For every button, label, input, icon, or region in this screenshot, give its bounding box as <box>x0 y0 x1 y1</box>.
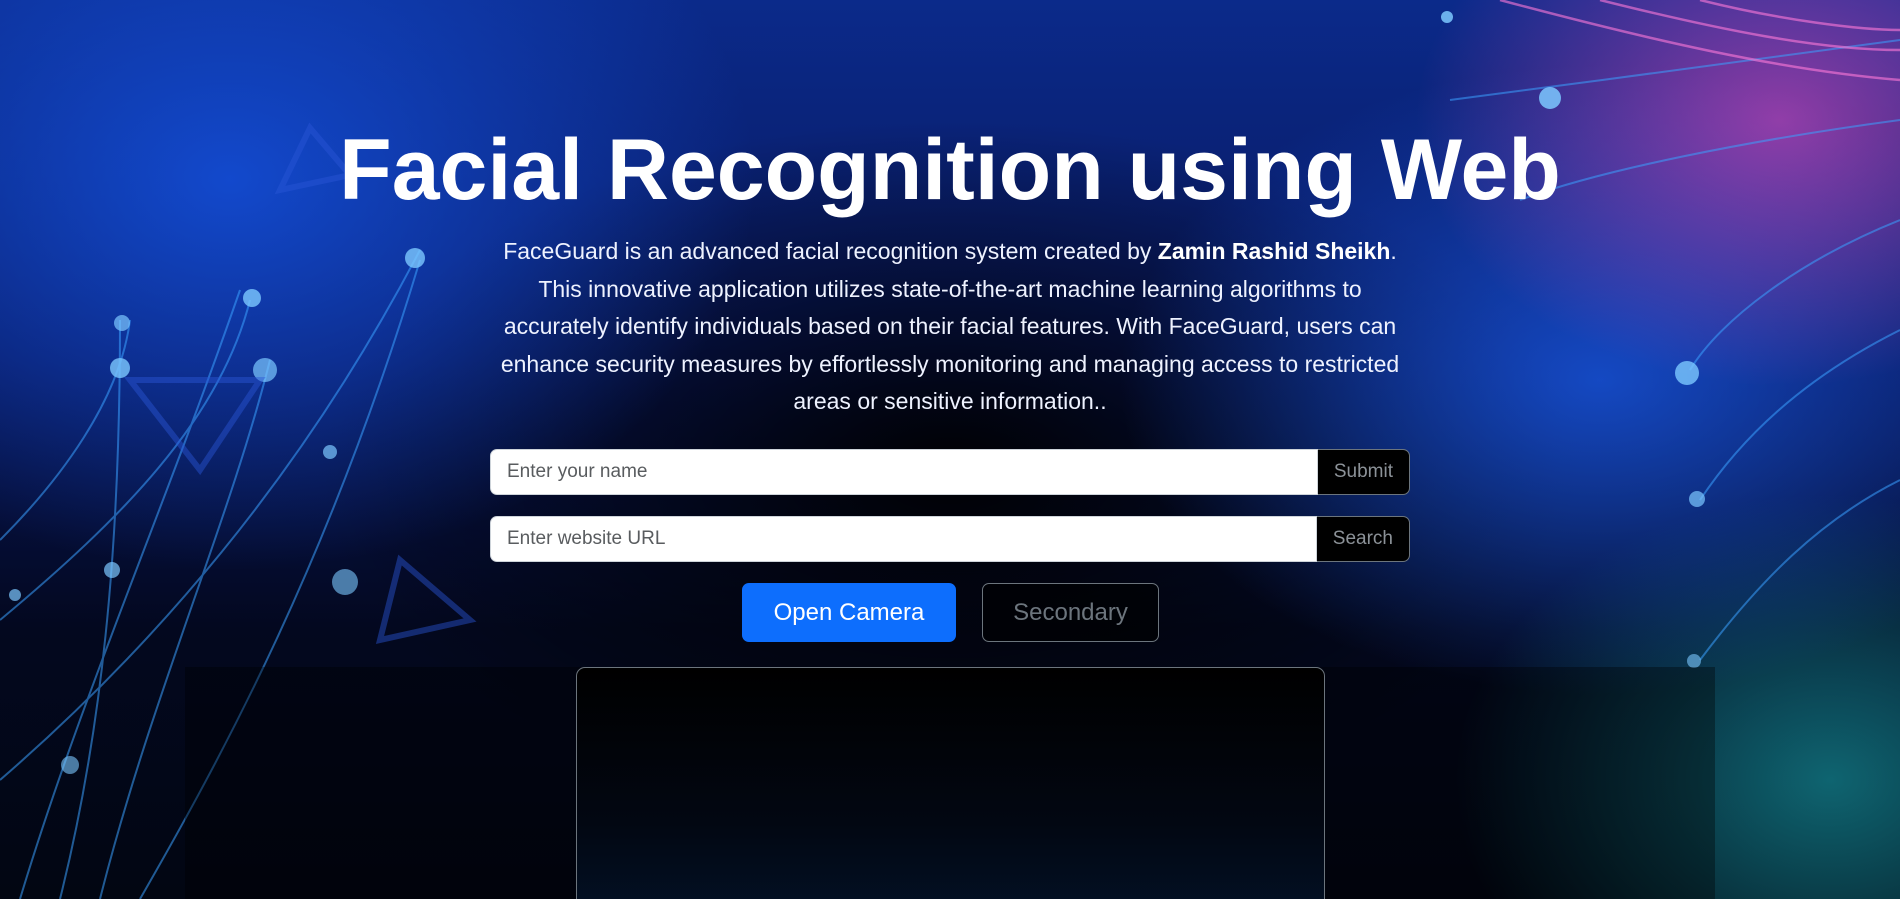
url-input[interactable] <box>490 516 1317 562</box>
open-camera-button[interactable]: Open Camera <box>742 583 956 642</box>
secondary-button[interactable]: Secondary <box>982 583 1159 642</box>
description-intro: FaceGuard is an advanced facial recognit… <box>503 238 1158 264</box>
search-button[interactable]: Search <box>1316 516 1410 562</box>
action-buttons: Open Camera Secondary <box>0 583 1900 642</box>
name-form: Submit <box>490 449 1410 495</box>
name-input[interactable] <box>490 449 1318 495</box>
submit-button[interactable]: Submit <box>1317 449 1410 495</box>
description-body: . This innovative application utilizes s… <box>500 238 1400 414</box>
page-title: Facial Recognition using Web <box>339 122 1561 218</box>
url-form: Search <box>490 516 1410 562</box>
author-name: Zamin Rashid Sheikh <box>1157 238 1391 264</box>
hero-description: FaceGuard is an advanced facial recognit… <box>490 233 1410 421</box>
camera-preview <box>576 667 1325 899</box>
